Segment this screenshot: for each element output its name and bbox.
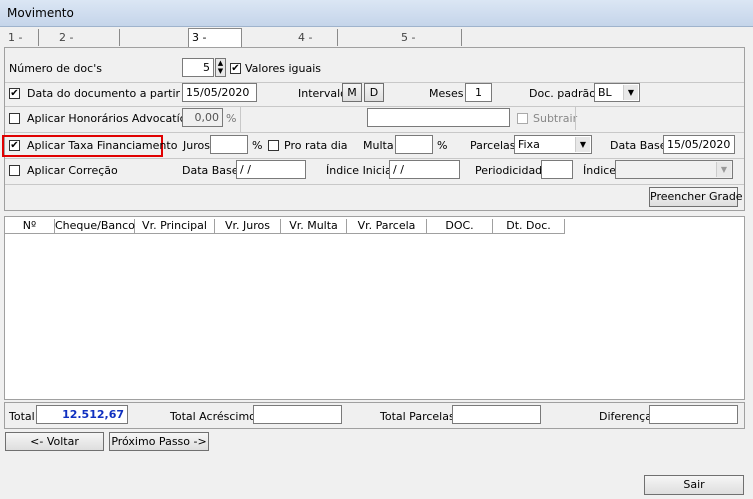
tab-filtro[interactable]: 1 - Filtro [5,29,39,61]
juros-label: Juros [183,139,210,152]
data-doc-label: Data do documento a partir de [27,87,198,100]
doc-padrao-label: Doc. padrão [529,87,596,100]
grid-header-dt-doc[interactable]: Dt. Doc. [493,219,565,234]
meses-input[interactable]: 1 [465,83,492,102]
num-docs-spinner[interactable]: ▲ ▼ [215,58,226,77]
options-panel [4,47,745,211]
honorarios-pct: % [226,112,237,125]
grid-header-principal[interactable]: Vr. Principal [135,219,215,234]
num-docs-label: Número de doc's [9,62,102,75]
diferenca-label: Diferença [599,410,652,423]
tab-conclusao[interactable]: 5 - Conclusão [398,29,462,61]
correcao-label: Aplicar Correção [27,164,118,177]
total-label: Total [9,410,35,423]
total-acrescimos-value [253,405,342,424]
valores-iguais-checkbox[interactable]: ✔ [230,63,241,74]
voltar-button[interactable]: <- Voltar [5,432,104,451]
title-bar: Movimento [0,0,753,27]
intervalo-d-button[interactable]: D [364,83,384,102]
chevron-down-icon[interactable]: ▼ [716,162,731,177]
multa-input[interactable] [395,135,433,154]
grid-header-doc[interactable]: DOC. [427,219,493,234]
honorarios-label: Aplicar Honorários Advocatícios [27,112,202,125]
total-parcelas-label: Total Parcelas [380,410,455,423]
correcao-checkbox[interactable] [9,165,20,176]
meses-label: Meses [429,87,464,100]
multa-pct: % [437,139,448,152]
parcelas-select[interactable]: Fixa ▼ [514,135,592,154]
doc-padrao-value: BL [598,86,612,99]
honorarios-description-input[interactable] [367,108,510,127]
total-parcelas-value [452,405,541,424]
data-base-label: Data Base [610,139,667,152]
data-doc-input[interactable]: 15/05/2020 [182,83,257,102]
grid-header-parcela[interactable]: Vr. Parcela [347,219,427,234]
intervalo-m-button[interactable]: M [342,83,362,102]
data-base-input[interactable]: 15/05/2020 [663,135,735,154]
indice-inicial-label: Índice Inicial [326,164,395,177]
num-docs-input[interactable]: 5 [182,58,214,77]
tab-desconto[interactable]: 2 - Desconto / Acréscimo [56,29,120,95]
juros-pct: % [252,139,263,152]
parcelas-value: Fixa [518,138,540,151]
correcao-data-base-label: Data Base [182,164,239,177]
proximo-passo-button[interactable]: Próximo Passo -> [109,432,209,451]
chevron-down-icon[interactable]: ▼ [575,137,590,152]
subtrair-label: Subtrair [533,112,578,125]
doc-padrao-select[interactable]: BL ▼ [594,83,640,102]
indice-label: Índice [583,164,617,177]
periodicidade-input[interactable] [541,160,573,179]
total-value: 12.512,67 [36,405,128,424]
grid-header-cheque[interactable]: Cheque/Banco [55,219,135,234]
pro-rata-label: Pro rata dia [284,139,348,152]
subtrair-checkbox[interactable] [517,113,528,124]
window-title: Movimento [7,6,74,20]
periodicidade-label: Periodicidade [475,164,549,177]
honorarios-checkbox[interactable] [9,113,20,124]
grid-header-multa[interactable]: Vr. Multa [281,219,347,234]
taxa-checkbox[interactable]: ✔ [9,140,20,151]
taxa-label: Aplicar Taxa Financiamento [27,139,178,152]
pro-rata-checkbox[interactable] [268,140,279,151]
preencher-grade-button[interactable]: Preencher Grade [649,187,743,207]
spin-up-icon[interactable]: ▲ [218,59,223,67]
tab-parcelas[interactable]: 3 - Parcelas (doc's) [188,28,242,78]
grid-header-num[interactable]: Nº [5,219,55,234]
correcao-data-base-input[interactable]: / / [236,160,306,179]
indice-inicial-input[interactable]: / / [389,160,460,179]
total-acrescimos-label: Total Acréscimos [170,410,262,423]
chevron-down-icon[interactable]: ▼ [623,85,638,100]
grid-header-juros[interactable]: Vr. Juros [215,219,281,234]
indice-select[interactable]: ▼ [615,160,733,179]
parcelas-grid[interactable]: Nº Cheque/Banco Vr. Principal Vr. Juros … [4,216,745,400]
spin-down-icon[interactable]: ▼ [218,67,223,75]
honorarios-input[interactable]: 0,00 [182,108,223,127]
sair-button[interactable]: Sair [644,475,744,495]
juros-input[interactable] [210,135,248,154]
data-doc-checkbox[interactable]: ✔ [9,88,20,99]
parcelas-label: Parcelas [470,139,516,152]
diferenca-value [649,405,738,424]
tab-plano-baixas[interactable]: 4 - Plano de Baixas [295,29,339,95]
intervalo-label: Intervalo [298,87,347,100]
valores-iguais-label: Valores iguais [245,62,322,75]
multa-label: Multa [363,139,394,152]
